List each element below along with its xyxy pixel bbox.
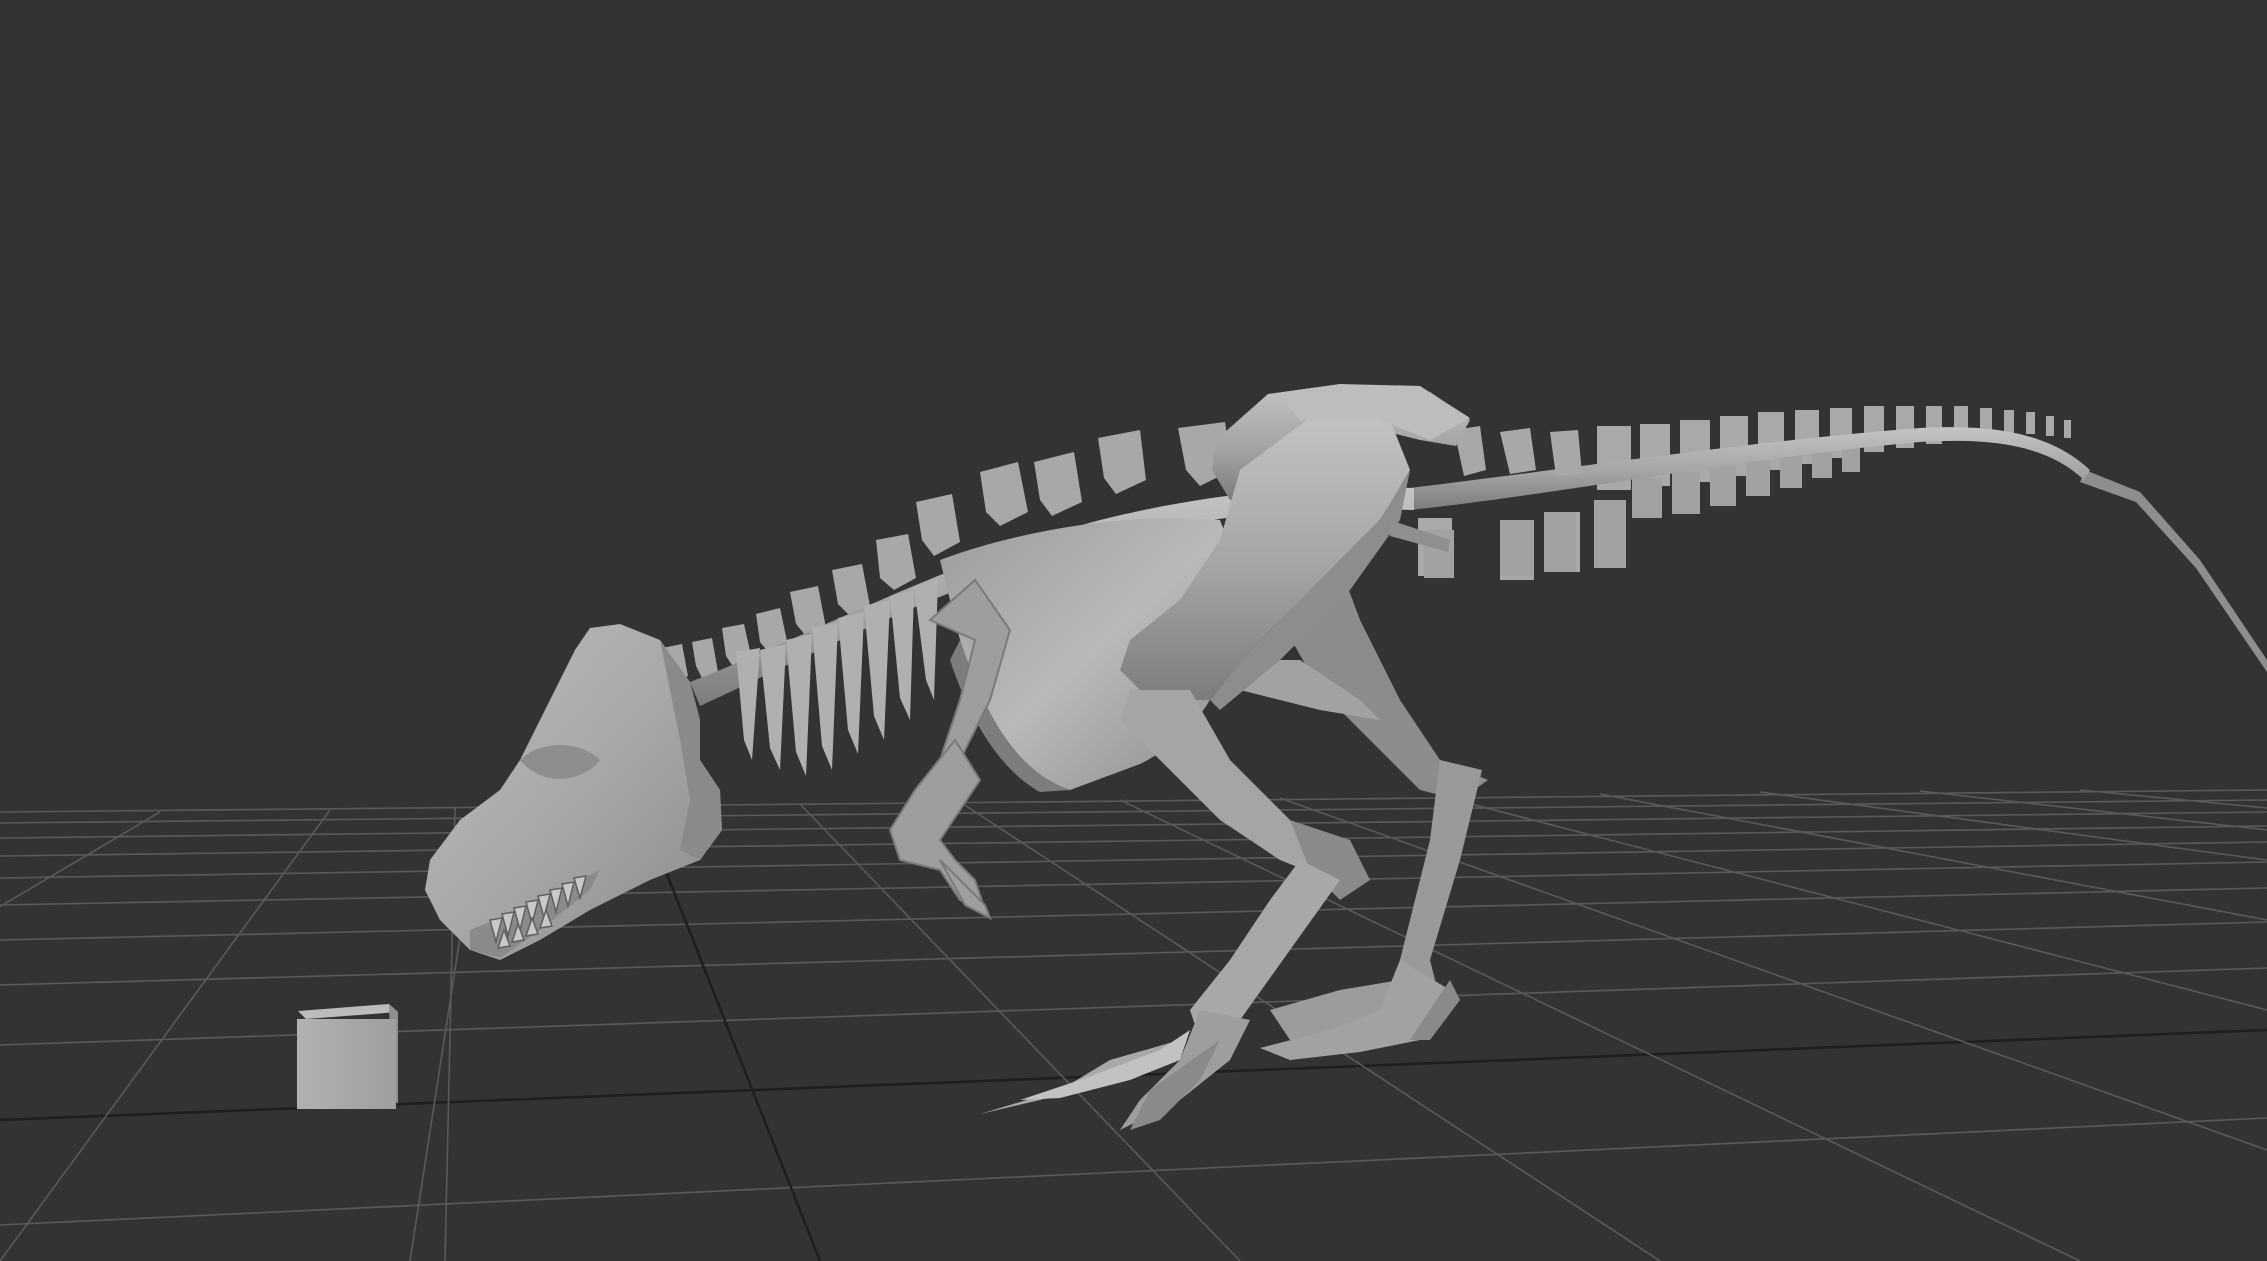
grid-line	[0, 1117, 2267, 1226]
grid-line	[0, 811, 2267, 839]
grid-line	[0, 811, 161, 908]
reference-cube[interactable]	[297, 1004, 398, 1109]
cube-front-face	[297, 1019, 396, 1109]
grid-line	[0, 799, 2267, 824]
grid-line	[1919, 790, 2267, 831]
skull[interactable]	[425, 624, 722, 960]
grid-line	[0, 825, 2267, 857]
near-foot	[980, 1010, 1250, 1130]
grid-line	[0, 789, 2267, 813]
3d-viewport[interactable]	[0, 0, 2267, 1261]
grid-line	[799, 803, 1241, 1261]
grid-line	[0, 861, 2267, 906]
grid-line	[2079, 789, 2267, 809]
cube-top-face	[298, 1004, 398, 1019]
trex-skeleton-model[interactable]	[425, 384, 2267, 1130]
ribs	[736, 580, 938, 776]
grid-line	[0, 841, 2267, 879]
viewport-canvas[interactable]	[0, 0, 2267, 1261]
tail-tip	[2080, 470, 2267, 672]
grid-line	[1119, 799, 2081, 1261]
